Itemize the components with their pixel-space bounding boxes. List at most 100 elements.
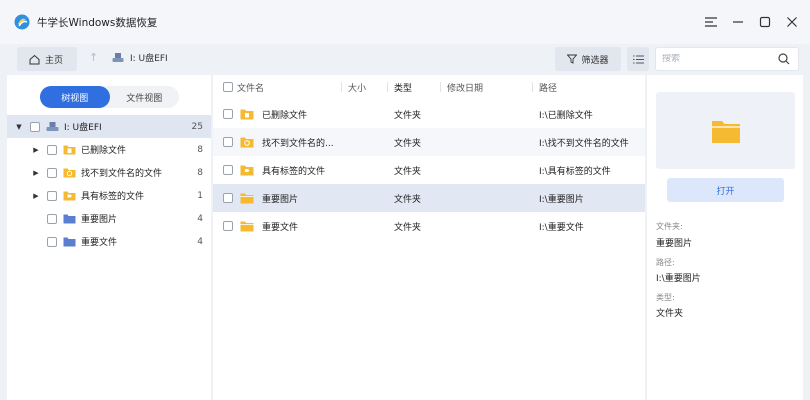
row-name: 已删除文件 [262,110,308,121]
window-controls [703,14,800,30]
unknown-folder-icon [63,168,76,178]
row-type: 文件夹 [394,222,422,233]
tree-item-important-images[interactable]: 重要图片 4 [7,207,211,230]
tree-item-root[interactable]: ▼ I: U盘EFI 25 [7,115,211,138]
tagged-folder-icon [240,165,254,176]
search-input[interactable] [662,54,772,64]
column-divider[interactable] [532,82,533,92]
row-name: 找不到文件名的... [262,138,334,149]
column-header-size[interactable]: 大小 [348,81,366,94]
tree-item-deleted[interactable]: ▶ 已删除文件 8 [7,138,211,161]
filter-button[interactable]: 筛选器 [555,47,621,71]
row-checkbox[interactable] [223,221,233,231]
list-icon [632,55,644,63]
tree-item-label: 具有标签的文件 [81,192,145,202]
column-divider[interactable] [341,82,342,92]
yellow-folder-icon [240,193,254,204]
table-row-selected[interactable]: 重要图片 文件夹 I:\重要图片 [213,184,645,212]
row-checkbox[interactable] [223,193,233,203]
expand-down-icon[interactable]: ▼ [14,123,24,131]
detail-type-value: 文件夹 [656,309,684,319]
checkbox[interactable] [47,213,57,224]
toolbar: 主页 ↑ I: U盘EFI 筛选器 [0,44,810,74]
row-checkbox[interactable] [223,165,233,175]
tree-item-count: 1 [197,190,203,201]
menu-icon[interactable] [703,14,719,30]
tagged-folder-icon [63,191,76,201]
row-path: I:\找不到文件名的文件 [539,138,629,149]
column-header-path[interactable]: 路径 [539,81,557,94]
table-header: 文件名 大小 类型 修改日期 路径 [213,75,645,99]
list-view-button[interactable] [627,47,649,71]
checkbox[interactable] [30,121,40,132]
row-name: 具有标签的文件 [262,166,326,177]
column-header-type[interactable]: 类型 [394,81,412,94]
preview-box [656,92,795,169]
breadcrumb[interactable]: I: U盘EFI [112,51,168,64]
home-button[interactable]: 主页 [17,47,77,71]
search-icon[interactable] [778,53,790,65]
column-header-date[interactable]: 修改日期 [447,81,483,94]
column-divider[interactable] [440,82,441,92]
expand-right-icon[interactable]: ▶ [31,192,41,200]
column-header-name[interactable]: 文件名 [237,81,264,94]
large-folder-icon [711,120,740,143]
tree-item-count: 8 [197,167,203,178]
checkbox[interactable] [47,167,57,178]
tree-item-count: 8 [197,144,203,155]
minimize-icon[interactable] [730,14,746,30]
up-arrow-icon[interactable]: ↑ [89,51,98,64]
breadcrumb-drive: I: U盘EFI [130,54,168,64]
column-divider[interactable] [387,82,388,92]
table-row[interactable]: 找不到文件名的... 文件夹 I:\找不到文件名的文件 [213,128,645,156]
row-path: I:\重要图片 [539,194,584,205]
file-table: 文件名 大小 类型 修改日期 路径 已删除文件 文件夹 I:\已删除文件 找不到… [213,75,645,400]
table-row[interactable]: 已删除文件 文件夹 I:\已删除文件 [213,100,645,128]
expand-right-icon[interactable]: ▶ [31,169,41,177]
tree-item-label: 重要文件 [81,238,118,248]
app-title: 牛学长Windows数据恢复 [37,16,158,29]
detail-panel: 打开 文件夹: 重要图片 路径: I:\重要图片 类型: 文件夹 [647,75,803,400]
home-icon [29,54,40,64]
row-type: 文件夹 [394,194,422,205]
filter-label: 筛选器 [581,55,609,66]
tree-item-important-files[interactable]: 重要文件 4 [7,230,211,253]
detail-path-value: I:\重要图片 [656,274,701,284]
select-all-checkbox[interactable] [223,82,233,92]
row-checkbox[interactable] [223,109,233,119]
row-name: 重要文件 [262,222,299,233]
tree-item-count: 4 [197,236,203,247]
row-name: 重要图片 [262,194,299,205]
row-path: I:\已删除文件 [539,110,593,121]
open-button[interactable]: 打开 [667,178,784,202]
row-type: 文件夹 [394,166,422,177]
expand-right-icon[interactable]: ▶ [31,146,41,154]
home-label: 主页 [45,55,64,66]
row-type: 文件夹 [394,138,422,149]
tree-item-count: 4 [197,213,203,224]
tab-file-view[interactable]: 文件视图 [110,86,180,108]
detail-path-label: 路径: [656,258,675,267]
tab-tree-view[interactable]: 树视图 [40,86,110,108]
tree-item-label: I: U盘EFI [64,123,102,133]
maximize-icon[interactable] [757,14,773,30]
tree-item-label: 找不到文件名的文件 [81,169,163,179]
search-box[interactable] [655,47,799,71]
row-path: I:\重要文件 [539,222,584,233]
tree-panel: 树视图 文件视图 ▼ I: U盘EFI 25 ▶ 已删除文件 8 ▶ 找不到文件… [7,75,211,400]
table-row[interactable]: 重要文件 文件夹 I:\重要文件 [213,212,645,240]
checkbox[interactable] [47,236,57,247]
tree-item-label: 重要图片 [81,215,118,225]
tree-item-tagged[interactable]: ▶ 具有标签的文件 1 [7,184,211,207]
blue-folder-icon [63,214,76,224]
detail-type-label: 类型: [656,293,675,302]
checkbox[interactable] [47,190,57,201]
view-toggle: 树视图 文件视图 [40,86,179,108]
row-path: I:\具有标签的文件 [539,166,611,177]
tree-item-unknown[interactable]: ▶ 找不到文件名的文件 8 [7,161,211,184]
row-checkbox[interactable] [223,137,233,147]
title-bar: 牛学长Windows数据恢复 [0,0,810,44]
table-row[interactable]: 具有标签的文件 文件夹 I:\具有标签的文件 [213,156,645,184]
checkbox[interactable] [47,144,57,155]
close-icon[interactable] [784,14,800,30]
